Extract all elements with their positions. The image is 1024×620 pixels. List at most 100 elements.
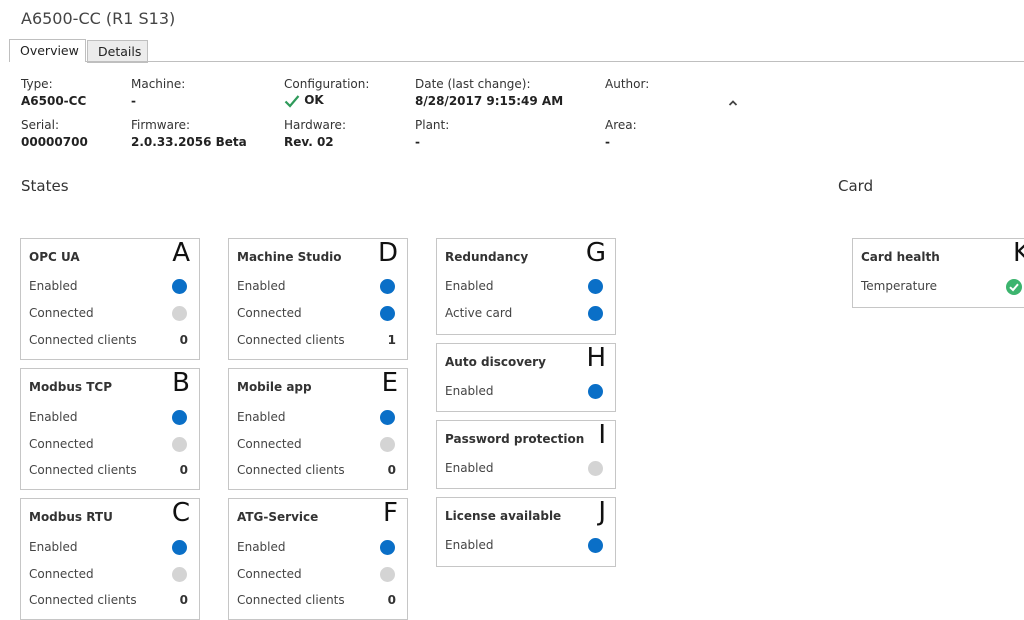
enabled-label: Enabled [445,538,494,552]
card-title: Card health [861,250,940,264]
author-label: Author: [605,77,650,91]
clients-count: 0 [179,593,188,607]
firmware-label: Firmware: [131,118,191,132]
clients-label: Connected clients [29,593,137,607]
card-title: ATG-Service [237,510,319,524]
card-title: Redundancy [445,250,529,264]
hardware-value: Rev. 02 [284,135,334,149]
machine-value: - [131,94,136,108]
connected-row: Connected [229,567,407,583]
status-indicator-on [380,540,395,555]
serial-value: 00000700 [21,135,88,149]
clients-row: Connected clients 0 [21,593,199,609]
enabled-row: Enabled [229,540,407,556]
clients-count: 0 [387,593,396,607]
enabled-label: Enabled [445,384,494,398]
clients-count: 0 [387,463,396,477]
hardware-label: Hardware: [284,118,346,132]
enabled-label: Enabled [29,279,78,293]
status-indicator-on [588,306,603,321]
tab-overview[interactable]: Overview [9,39,86,62]
connected-row: Connected [229,306,407,322]
enabled-row: Enabled [21,410,199,426]
password-protection-card: Password protection I Enabled [436,420,616,489]
enabled-label: Enabled [237,410,286,424]
clients-row: Connected clients 0 [21,333,199,349]
type-label: Type: [21,77,53,91]
auto-discovery-card: Auto discovery H Enabled [436,343,616,412]
card-letter: G [585,238,606,268]
status-indicator-off [380,437,395,452]
date-value: 8/28/2017 9:15:49 AM [415,94,564,108]
enabled-row: Enabled [437,538,615,554]
states-heading: States [21,177,69,195]
status-indicator-off [172,567,187,582]
card-letter: K [1012,238,1024,268]
status-indicator-off [380,567,395,582]
clients-label: Connected clients [29,463,137,477]
active-card-row: Active card [437,306,615,322]
clients-label: Connected clients [29,333,137,347]
serial-label: Serial: [21,118,59,132]
clients-row: Connected clients 1 [229,333,407,349]
check-circle-icon [1006,279,1022,295]
card-heading: Card [838,177,874,195]
card-letter: E [381,368,398,398]
connected-label: Connected [29,437,94,451]
date-label: Date (last change): [415,77,531,91]
temperature-row: Temperature [853,279,1024,295]
connected-label: Connected [237,437,302,451]
status-indicator-on [588,279,603,294]
connected-row: Connected [21,437,199,453]
status-indicator-off [588,461,603,476]
connected-label: Connected [29,567,94,581]
enabled-row: Enabled [437,461,615,477]
card-title: Auto discovery [445,355,546,369]
clients-count: 0 [179,463,188,477]
connected-label: Connected [29,306,94,320]
connected-row: Connected [21,306,199,322]
card-title: Machine Studio [237,250,342,264]
plant-label: Plant: [415,118,450,132]
enabled-row: Enabled [21,540,199,556]
area-label: Area: [605,118,637,132]
clients-label: Connected clients [237,333,345,347]
status-indicator-on [380,279,395,294]
connected-label: Connected [237,306,302,320]
card-title: OPC UA [29,250,80,264]
clients-label: Connected clients [237,593,345,607]
card-letter: C [171,498,190,528]
redundancy-card: Redundancy G Enabled Active card [436,238,616,335]
configuration-value: OK [284,93,324,108]
enabled-label: Enabled [29,540,78,554]
active-card-label: Active card [445,306,513,320]
card-health-card: Card health K Temperature [852,238,1024,308]
configuration-status: OK [304,93,324,107]
tab-details[interactable]: Details [87,40,148,63]
status-indicator-on [588,384,603,399]
enabled-label: Enabled [445,461,494,475]
status-indicator-on [172,410,187,425]
card-letter: J [598,497,606,527]
enabled-label: Enabled [237,540,286,554]
plant-value: - [415,135,420,149]
card-title: Password protection [445,432,585,446]
opc-ua-card: OPC UA A Enabled Connected Connected cli… [20,238,200,360]
status-indicator-off [172,437,187,452]
card-letter: H [586,343,606,373]
enabled-row: Enabled [21,279,199,295]
machine-studio-card: Machine Studio D Enabled Connected Conne… [228,238,408,360]
check-icon [284,94,300,108]
machine-label: Machine: [131,77,186,91]
enabled-row: Enabled [437,279,615,295]
card-letter: B [172,368,190,398]
chevron-up-icon[interactable] [728,96,738,110]
card-title: Mobile app [237,380,312,394]
page-title: A6500-CC (R1 S13) [21,9,176,28]
configuration-label: Configuration: [284,77,370,91]
connected-row: Connected [21,567,199,583]
enabled-label: Enabled [237,279,286,293]
modbus-rtu-card: Modbus RTU C Enabled Connected Connected… [20,498,200,620]
card-letter: D [377,238,398,268]
modbus-tcp-card: Modbus TCP B Enabled Connected Connected… [20,368,200,490]
